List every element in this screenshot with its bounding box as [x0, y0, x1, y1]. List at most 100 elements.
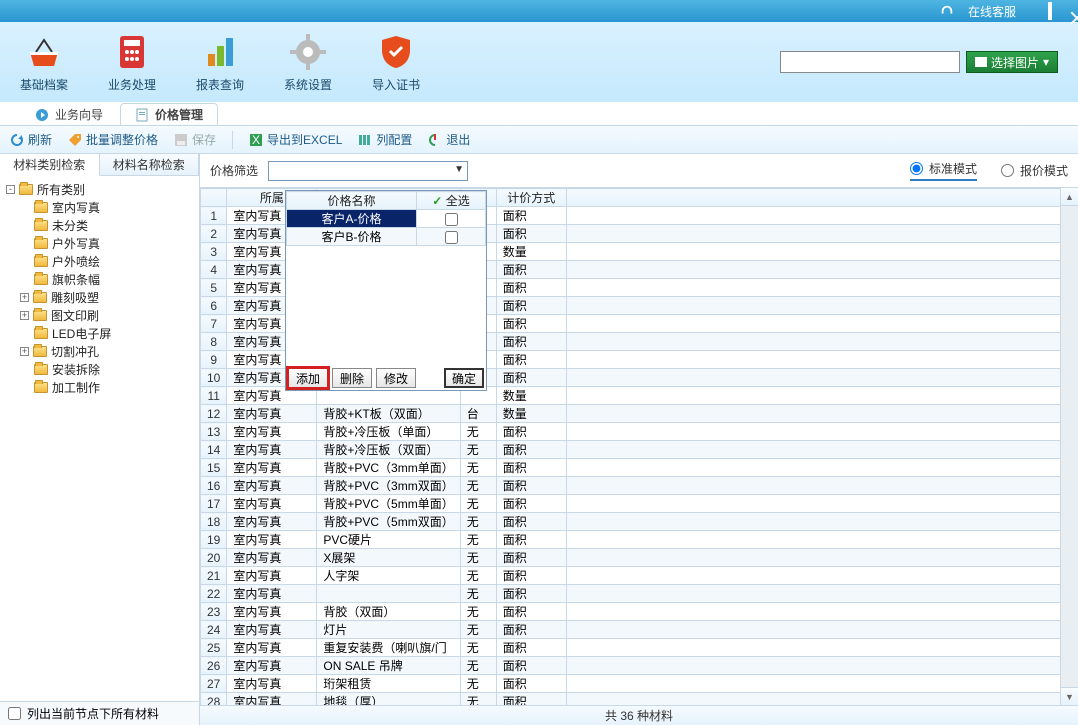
titlebar: 在线客服 [0, 0, 1078, 22]
tab-wizard[interactable]: 业务向导 [20, 103, 118, 125]
popup-col-all[interactable]: ✓ 全选 [417, 192, 486, 210]
collapse-icon[interactable]: - [6, 185, 15, 194]
table-row[interactable]: 18室内写真背胶+PVC（5mm双面）无面积 [201, 513, 1078, 531]
scrollbar[interactable]: ▲ ▼ [1060, 188, 1078, 705]
filter-label: 价格筛选 [210, 162, 258, 179]
table-row[interactable]: 19室内写真PVC硬片无面积 [201, 531, 1078, 549]
price-filter-combo[interactable] [268, 161, 468, 181]
svg-text:X: X [252, 133, 260, 147]
table-row[interactable]: 25室内写真重复安装费（喇叭旗/门无面积 [201, 639, 1078, 657]
export-excel-button[interactable]: X导出到EXCEL [249, 131, 342, 148]
popup-edit-button[interactable]: 修改 [376, 368, 416, 388]
ribbon: 基础档案 业务处理 报表查询 系统设置 导入证书 选择图片 ▾ [0, 22, 1078, 102]
tree-node[interactable]: 安装拆除 [6, 360, 193, 378]
basket-icon [24, 32, 64, 72]
save-icon [174, 133, 188, 147]
folder-icon [34, 274, 48, 285]
sider-tab-name[interactable]: 材料名称检索 [100, 154, 200, 175]
document-icon [135, 108, 149, 122]
online-service-link[interactable]: 在线客服 [968, 3, 1016, 20]
tree-root[interactable]: - 所有类别 [6, 180, 193, 198]
choose-image-button[interactable]: 选择图片 ▾ [966, 51, 1058, 73]
tree: - 所有类别 室内写真未分类户外写真户外喷绘旗帜条幅+雕刻吸塑+图文印刷LED电… [0, 176, 199, 701]
table-row[interactable]: 22室内写真无面积 [201, 585, 1078, 603]
row-checkbox[interactable] [445, 231, 458, 244]
save-button[interactable]: 保存 [174, 131, 216, 148]
folder-icon [34, 364, 48, 375]
folder-icon [34, 256, 48, 267]
row-checkbox[interactable] [445, 213, 458, 226]
popup-ok-button[interactable]: 确定 [444, 368, 484, 388]
folder-icon [34, 382, 48, 393]
table-row[interactable]: 26室内写真ON SALE 吊牌无面积 [201, 657, 1078, 675]
table-row[interactable]: 23室内写真背胶（双面）无面积 [201, 603, 1078, 621]
excel-icon: X [249, 133, 263, 147]
folder-icon [33, 292, 47, 303]
folder-icon [34, 202, 48, 213]
ribbon-business[interactable]: 业务处理 [108, 32, 156, 93]
toolbar: 刷新 批量调整价格 保存 X导出到EXCEL 列配置 退出 [0, 126, 1078, 154]
table-row[interactable]: 28室内写真地毯（厚）无面积 [201, 693, 1078, 706]
sidebar: 材料类别检索 材料名称检索 - 所有类别 室内写真未分类户外写真户外喷绘旗帜条幅… [0, 154, 200, 725]
col-config-button[interactable]: 列配置 [358, 131, 412, 148]
mode-standard[interactable]: 标准模式 [910, 160, 977, 181]
ribbon-settings[interactable]: 系统设置 [284, 32, 332, 93]
columns-icon [358, 133, 372, 147]
ribbon-import-cert[interactable]: 导入证书 [372, 32, 420, 93]
popup-row[interactable]: 客户A-价格 [287, 210, 486, 228]
calculator-icon [112, 32, 152, 72]
col-calc[interactable]: 计价方式 [496, 189, 566, 207]
folder-icon [19, 184, 33, 195]
popup-row[interactable]: 客户B-价格 [287, 228, 486, 246]
price-tag-icon [68, 133, 82, 147]
tab-price-mgmt[interactable]: 价格管理 [120, 103, 218, 125]
check-icon: ✓ [432, 194, 442, 208]
scroll-up-icon[interactable]: ▲ [1061, 188, 1078, 206]
tree-node[interactable]: +图文印刷 [6, 306, 193, 324]
table-row[interactable]: 15室内写真背胶+PVC（3mm单面）无面积 [201, 459, 1078, 477]
table-row[interactable]: 21室内写真人字架无面积 [201, 567, 1078, 585]
exit-button[interactable]: 退出 [428, 131, 470, 148]
tree-node[interactable]: 户外写真 [6, 234, 193, 252]
table-row[interactable]: 17室内写真背胶+PVC（5mm单面）无面积 [201, 495, 1078, 513]
mode-quote[interactable]: 报价模式 [1001, 160, 1068, 181]
table-row[interactable]: 13室内写真背胶+冷压板（单面）无面积 [201, 423, 1078, 441]
popup-col-name[interactable]: 价格名称 [287, 192, 417, 210]
tree-node[interactable]: 室内写真 [6, 198, 193, 216]
sidebar-tab-class[interactable]: 材料类别检索 [0, 154, 100, 176]
ribbon-basic-archive[interactable]: 基础档案 [20, 32, 68, 93]
maximize-button[interactable] [1048, 4, 1052, 18]
bar-chart-icon [200, 32, 240, 72]
popup-add-button[interactable]: 添加 [288, 368, 328, 388]
exit-icon [428, 133, 442, 147]
list-all-checkbox[interactable] [8, 707, 21, 720]
table-row[interactable]: 24室内写真灯片无面积 [201, 621, 1078, 639]
tree-node[interactable]: +雕刻吸塑 [6, 288, 193, 306]
tree-node[interactable]: 户外喷绘 [6, 252, 193, 270]
tree-node[interactable]: 未分类 [6, 216, 193, 234]
folder-icon [34, 238, 48, 249]
table-row[interactable]: 14室内写真背胶+冷压板（双面）无面积 [201, 441, 1078, 459]
table-row[interactable]: 27室内写真珩架租赁无面积 [201, 675, 1078, 693]
refresh-icon [10, 133, 24, 147]
search-input[interactable] [780, 51, 960, 73]
ribbon-report[interactable]: 报表查询 [196, 32, 244, 93]
folder-icon [33, 310, 47, 321]
image-icon [975, 57, 987, 67]
refresh-button[interactable]: 刷新 [10, 131, 52, 148]
folder-icon [34, 220, 48, 231]
table-row[interactable]: 16室内写真背胶+PVC（3mm双面）无面积 [201, 477, 1078, 495]
batch-adjust-button[interactable]: 批量调整价格 [68, 131, 158, 148]
scroll-down-icon[interactable]: ▼ [1061, 687, 1078, 705]
tree-node[interactable]: +切割冲孔 [6, 342, 193, 360]
table-row[interactable]: 12室内写真背胶+KT板（双面）台数量 [201, 405, 1078, 423]
tree-node[interactable]: LED电子屏 [6, 324, 193, 342]
expand-icon[interactable]: + [20, 347, 29, 356]
expand-icon[interactable]: + [20, 311, 29, 320]
popup-del-button[interactable]: 删除 [332, 368, 372, 388]
tree-node[interactable]: 旗帜条幅 [6, 270, 193, 288]
tree-node[interactable]: 加工制作 [6, 378, 193, 396]
expand-icon[interactable]: + [20, 293, 29, 302]
headset-icon [940, 4, 954, 18]
table-row[interactable]: 20室内写真X展架无面积 [201, 549, 1078, 567]
